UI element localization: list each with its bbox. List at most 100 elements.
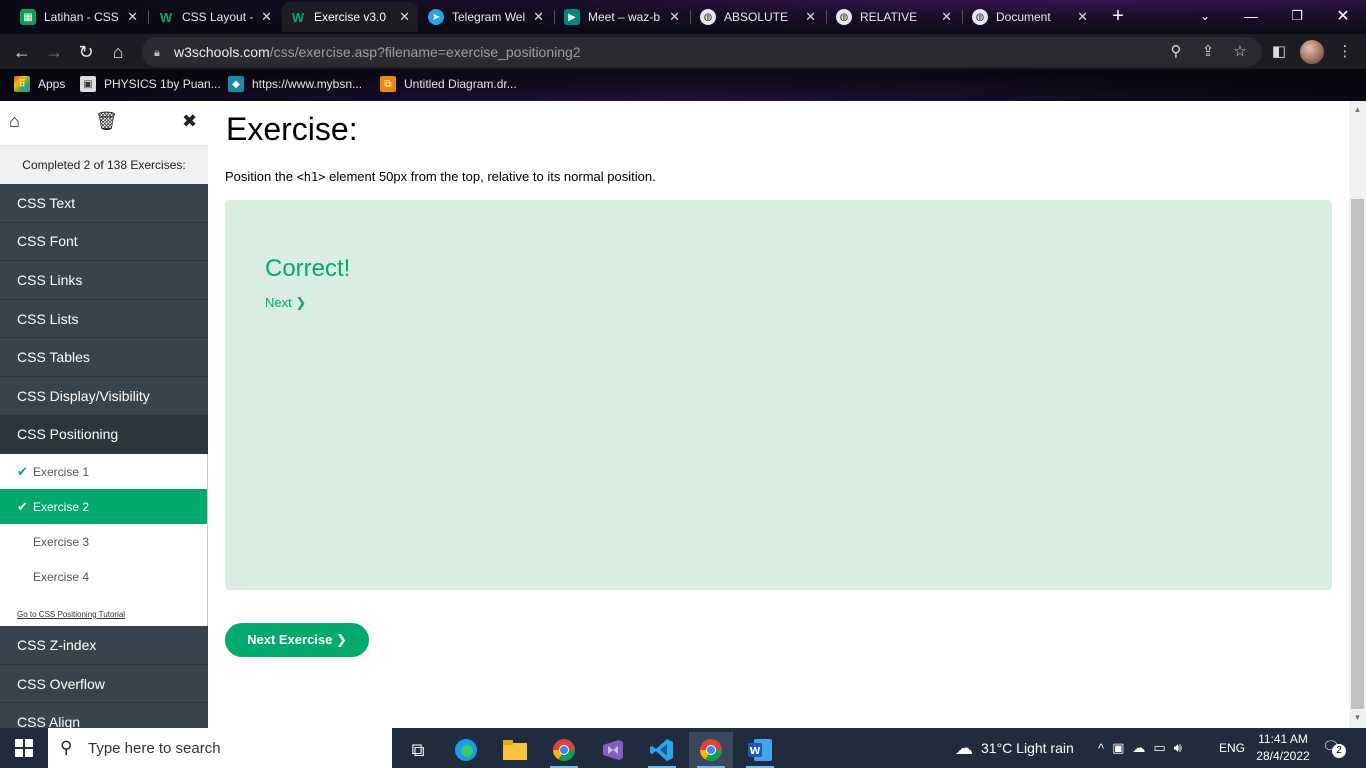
system-tray-icons[interactable]: ^ ▣ ☁︎ ▭ 🔊︎ (1098, 728, 1190, 768)
tab-absolute[interactable]: ◍ ABSOLUTE ✕ (692, 2, 824, 32)
tab-telegram[interactable]: ➤ Telegram Wel ✕ (420, 2, 552, 32)
home-button[interactable]: ⌂ (106, 40, 130, 64)
edge-icon[interactable] (444, 732, 488, 768)
vscode-icon[interactable] (640, 732, 684, 768)
close-icon[interactable]: ✖ (182, 111, 197, 132)
bookmark-mybsn[interactable]: ◆ https://www.mybsn... (228, 76, 362, 92)
instruction-text: Position the (225, 169, 293, 184)
chevron-up-icon[interactable]: ^ (1098, 741, 1112, 756)
cloud-rain-icon: ☁︎ (955, 737, 973, 758)
clock-time: 11:41 AM (1258, 732, 1308, 746)
notification-center-icon[interactable]: 🗨︎ 2 (1322, 738, 1346, 758)
word-icon[interactable]: W (738, 732, 782, 768)
exercise-label: Exercise 4 (33, 569, 90, 584)
tab-search-button[interactable]: ⌄ (1182, 0, 1228, 32)
close-tab-icon[interactable]: ✕ (1077, 9, 1088, 25)
exercise-item-3[interactable]: Exercise 3 (0, 524, 207, 559)
share-icon[interactable]: ⇪ (1197, 41, 1219, 63)
chrome-icon[interactable] (542, 732, 586, 768)
weather-widget[interactable]: ☁︎ 31°C Light rain (955, 728, 1074, 768)
sidebar-toolbar: ⌂ 🗑︎ ✖ (0, 101, 208, 146)
tab-title: Exercise v3.0 (314, 10, 387, 24)
exercise-main: Exercise: Position the <h1> element 50px… (225, 101, 1332, 728)
exercise-item-4[interactable]: Exercise 4 (0, 559, 207, 594)
address-bar[interactable]: 🔒︎ w3schools.com/css/exercise.asp?filena… (142, 37, 1262, 67)
minimize-button[interactable]: — (1228, 0, 1274, 32)
scrollbar-thumb[interactable] (1351, 199, 1364, 709)
restore-button[interactable]: ❐ (1274, 0, 1320, 32)
sidebar-topic-css-zindex[interactable]: CSS Z-index (0, 626, 208, 665)
close-tab-icon[interactable]: ✕ (261, 9, 272, 25)
close-tab-icon[interactable]: ✕ (805, 9, 816, 25)
profile-avatar[interactable] (1300, 40, 1324, 64)
tab-latihan-css[interactable]: ▦ Latihan - CSS ✕ (12, 2, 146, 32)
close-tab-icon[interactable]: ✕ (669, 9, 680, 25)
close-tab-icon[interactable]: ✕ (399, 9, 410, 25)
page-title: Exercise: (226, 111, 358, 147)
instruction-text: element 50px from the top, relative to i… (329, 169, 656, 184)
windows-start-button[interactable] (0, 728, 48, 768)
menu-dots-icon[interactable]: ⋮ (1334, 41, 1356, 63)
bookmark-apps[interactable]: ⠿ Apps (14, 76, 65, 92)
tab-separator (554, 10, 555, 24)
tab-meet[interactable]: ▶ Meet – waz-b ✕ (556, 2, 688, 32)
checkmark-icon: ✔ (17, 498, 28, 514)
taskbar-clock[interactable]: 11:41 AM 28/4/2022 (1248, 731, 1318, 765)
task-view-icon[interactable]: ⧉ (396, 732, 440, 768)
visual-studio-icon[interactable] (591, 732, 635, 768)
sidebar-topic-css-positioning[interactable]: CSS Positioning (0, 415, 208, 455)
bookmark-physics[interactable]: ▣ PHYSICS 1by Puan... (80, 76, 221, 92)
side-panel-icon[interactable]: ◧ (1268, 41, 1290, 63)
sidebar-topic-css-tables[interactable]: CSS Tables (0, 338, 208, 377)
meet-icon: ▶ (564, 9, 580, 25)
close-tab-icon[interactable]: ✕ (941, 9, 952, 25)
result-box: Correct! Next ❯ (225, 200, 1332, 590)
weather-text: 31°C Light rain (981, 740, 1074, 756)
close-tab-icon[interactable]: ✕ (533, 9, 544, 25)
tutorial-link[interactable]: Go to CSS Positioning Tutorial (0, 594, 207, 626)
sidebar-topic-css-lists[interactable]: CSS Lists (0, 299, 208, 339)
url-path: /css/exercise.asp?filename=exercise_posi… (269, 44, 581, 60)
close-tab-icon[interactable]: ✕ (127, 9, 138, 25)
svg-text:W: W (749, 746, 760, 757)
sidebar-topic-css-overflow[interactable]: CSS Overflow (0, 664, 208, 704)
back-button[interactable]: ← (10, 40, 34, 64)
exercise-item-1[interactable]: ✔ Exercise 1 (0, 454, 207, 489)
bookmark-drawio[interactable]: ⧉ Untitled Diagram.dr... (380, 76, 517, 92)
tab-title: Meet – waz-b (588, 10, 661, 24)
chrome-active-icon[interactable] (689, 732, 733, 768)
sidebar-topic-css-text[interactable]: CSS Text (0, 184, 208, 223)
file-explorer-icon[interactable] (493, 732, 537, 768)
next-exercise-button[interactable]: Next Exercise ❯ (225, 623, 369, 657)
zoom-icon[interactable]: ⚲ (1165, 41, 1187, 63)
language-indicator[interactable]: ENG (1219, 728, 1245, 768)
new-tab-button[interactable]: + (1107, 6, 1129, 28)
exercise-item-2[interactable]: ✔ Exercise 2 (0, 489, 207, 525)
bookmark-star-icon[interactable]: ☆ (1229, 41, 1251, 63)
exercise-sidebar: ⌂ 🗑︎ ✖ Completed 2 of 138 Exercises: CSS… (0, 101, 208, 728)
sidebar-topic-css-font[interactable]: CSS Font (0, 222, 208, 262)
home-icon[interactable]: ⌂ (9, 111, 20, 132)
sidebar-topic-css-display[interactable]: CSS Display/Visibility (0, 376, 208, 416)
sidebar-topic-css-links[interactable]: CSS Links (0, 261, 208, 300)
reload-button[interactable]: ↻ (74, 40, 98, 64)
sidebar-topic-css-align[interactable]: CSS Align (0, 703, 208, 728)
scroll-up-icon[interactable]: ▲ (1353, 105, 1362, 114)
taskbar-search-input[interactable]: ⚲ Type here to search (48, 728, 392, 768)
tab-css-layout[interactable]: W CSS Layout - ✕ (150, 2, 280, 32)
tab-exercise[interactable]: W Exercise v3.0 ✕ (282, 2, 418, 32)
scroll-down-icon[interactable]: ▼ (1353, 713, 1362, 722)
next-link[interactable]: Next ❯ (265, 295, 306, 311)
trash-icon[interactable]: 🗑︎ (95, 111, 118, 132)
page-scrollbar[interactable]: ▲ ▼ (1349, 101, 1366, 728)
volume-icon[interactable]: 🔊︎ (1174, 740, 1190, 756)
close-window-button[interactable]: ✕ (1320, 0, 1366, 32)
meet-now-icon[interactable]: ▣ (1112, 740, 1132, 756)
onedrive-icon[interactable]: ☁︎ (1132, 740, 1153, 756)
forward-button[interactable]: → (42, 40, 66, 64)
tab-relative[interactable]: ◍ RELATIVE ✕ (828, 2, 960, 32)
bookmark-label: Apps (38, 77, 66, 91)
tab-document[interactable]: ◍ Document ✕ (964, 2, 1096, 32)
network-icon[interactable]: ▭ (1153, 740, 1173, 756)
browser-tab-strip: ▦ Latihan - CSS ✕ W CSS Layout - ✕ W Exe… (0, 0, 1366, 34)
